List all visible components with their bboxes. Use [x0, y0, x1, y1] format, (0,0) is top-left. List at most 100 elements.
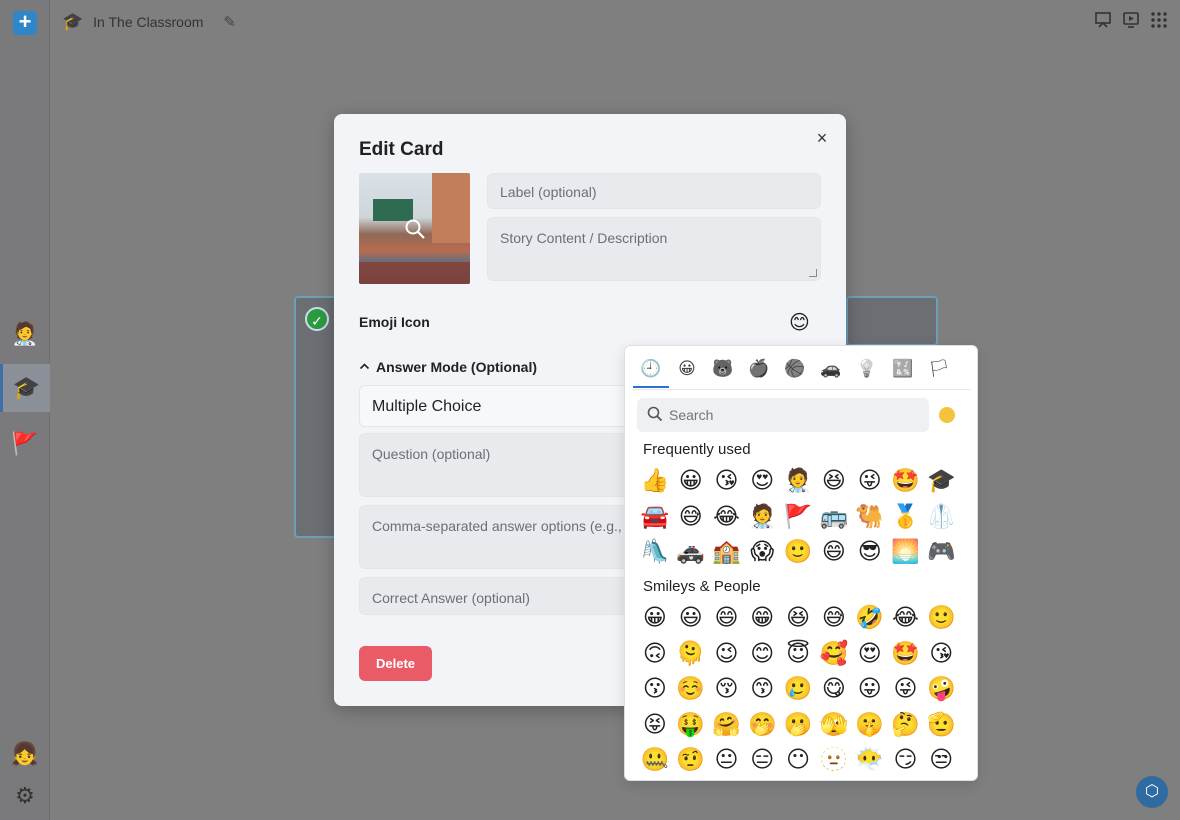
emoji-option[interactable]: 😍: [852, 637, 888, 673]
delete-button[interactable]: Delete: [359, 646, 432, 681]
emoji-option[interactable]: 😄: [816, 535, 852, 571]
emoji-option[interactable]: 🤨: [673, 743, 709, 779]
emoji-option[interactable]: 🫥: [816, 743, 852, 779]
emoji-option[interactable]: 😗: [637, 672, 673, 708]
emoji-option[interactable]: 😆: [816, 464, 852, 500]
search-image-icon[interactable]: [404, 218, 426, 240]
sidebar-item-doctor[interactable]: 🧑‍⚕️: [0, 310, 50, 358]
emoji-option[interactable]: 🎮: [923, 535, 959, 571]
emoji-option[interactable]: 🥼: [923, 500, 959, 536]
emoji-option[interactable]: 😊: [744, 637, 780, 673]
emoji-option[interactable]: 😐: [709, 743, 745, 779]
emoji-option[interactable]: 😀: [673, 464, 709, 500]
close-icon[interactable]: ×: [812, 128, 832, 148]
emoji-icon-button[interactable]: 😊: [789, 310, 810, 335]
emoji-option[interactable]: 🧑‍⚕️: [780, 464, 816, 500]
emoji-option[interactable]: 🫠: [673, 637, 709, 673]
edit-title-pencil-icon[interactable]: ✎: [223, 13, 236, 31]
emoji-option[interactable]: 🤫: [852, 708, 888, 744]
emoji-option[interactable]: 😚: [709, 672, 745, 708]
emoji-option[interactable]: 😜: [888, 672, 924, 708]
emoji-option[interactable]: 😄: [709, 601, 745, 637]
emoji-option[interactable]: 😶‍🌫️: [852, 743, 888, 779]
story-textarea[interactable]: Story Content / Description: [487, 217, 821, 281]
label-input[interactable]: Label (optional): [487, 173, 821, 209]
emoji-option[interactable]: 🤣: [852, 601, 888, 637]
travel-car-icon[interactable]: 🚗: [813, 352, 849, 388]
emoji-option[interactable]: 😀: [637, 601, 673, 637]
avatar[interactable]: 👧: [0, 730, 50, 778]
emoji-option[interactable]: 😏: [888, 743, 924, 779]
emoji-option[interactable]: 😍: [744, 464, 780, 500]
emoji-option[interactable]: 🎓: [923, 464, 959, 500]
emoji-option[interactable]: 🫡: [923, 708, 959, 744]
emoji-option[interactable]: 🥲: [780, 672, 816, 708]
emoji-option[interactable]: ☺️: [673, 672, 709, 708]
recent-clock-icon[interactable]: 🕘: [633, 352, 669, 388]
food-icon[interactable]: 🍎: [741, 352, 777, 388]
emoji-option[interactable]: 😝: [637, 708, 673, 744]
emoji-option[interactable]: 🤩: [888, 637, 924, 673]
emoji-option[interactable]: 👍: [637, 464, 673, 500]
emoji-option[interactable]: 😋: [816, 672, 852, 708]
symbols-icon[interactable]: 🔣: [885, 352, 921, 388]
emoji-option[interactable]: 😉: [709, 637, 745, 673]
activity-ball-icon[interactable]: 🏀: [777, 352, 813, 388]
emoji-option[interactable]: 😅: [673, 500, 709, 536]
emoji-option[interactable]: 🐫: [852, 500, 888, 536]
emoji-option[interactable]: 😜: [852, 464, 888, 500]
animal-icon[interactable]: 🐻: [705, 352, 741, 388]
emoji-option[interactable]: 😛: [852, 672, 888, 708]
emoji-option[interactable]: 🧑‍⚕️: [744, 500, 780, 536]
emoji-option[interactable]: 🤗: [709, 708, 745, 744]
emoji-option[interactable]: 😘: [923, 637, 959, 673]
sidebar-item-classroom[interactable]: 🎓: [0, 364, 50, 412]
answer-mode-toggle[interactable]: Answer Mode (Optional): [359, 359, 537, 375]
emoji-option[interactable]: 🙃: [637, 637, 673, 673]
emoji-option[interactable]: 🚘: [637, 500, 673, 536]
smiley-icon[interactable]: 😀: [669, 352, 705, 388]
skin-tone-selector[interactable]: [939, 407, 955, 423]
emoji-option[interactable]: 🫢: [780, 708, 816, 744]
emoji-option[interactable]: 🚩: [780, 500, 816, 536]
emoji-option[interactable]: 😶: [780, 743, 816, 779]
resize-handle[interactable]: [809, 269, 817, 277]
emoji-option[interactable]: 😁: [744, 601, 780, 637]
flags-icon[interactable]: 🏳: [921, 352, 957, 388]
emoji-option[interactable]: 😒: [923, 743, 959, 779]
card-image[interactable]: [359, 173, 470, 284]
emoji-option[interactable]: 🤭: [744, 708, 780, 744]
answer-mode-select[interactable]: Multiple Choice: [359, 385, 659, 427]
emoji-option[interactable]: 😂: [888, 601, 924, 637]
background-card[interactable]: [846, 296, 938, 346]
emoji-option[interactable]: 🤐: [637, 743, 673, 779]
emoji-option[interactable]: 🥰: [816, 637, 852, 673]
presentation-icon[interactable]: [1094, 11, 1112, 34]
emoji-option[interactable]: 🫣: [816, 708, 852, 744]
emoji-option[interactable]: 🚌: [816, 500, 852, 536]
emoji-option[interactable]: 🤔: [888, 708, 924, 744]
settings-gear-icon[interactable]: ⚙: [12, 783, 38, 809]
question-input[interactable]: Question (optional): [359, 433, 659, 497]
emoji-search-bar[interactable]: [637, 398, 929, 432]
emoji-option[interactable]: 🥇: [888, 500, 924, 536]
emoji-option[interactable]: 🌅: [888, 535, 924, 571]
emoji-option[interactable]: 🤑: [673, 708, 709, 744]
emoji-option[interactable]: 🤩: [888, 464, 924, 500]
emoji-option[interactable]: 🚓: [673, 535, 709, 571]
emoji-option[interactable]: 😘: [709, 464, 745, 500]
emoji-option[interactable]: 🏫: [709, 535, 745, 571]
emoji-option[interactable]: 🙂: [923, 601, 959, 637]
emoji-search-input[interactable]: [669, 407, 909, 423]
emoji-option[interactable]: 🙂: [780, 535, 816, 571]
correct-answer-input[interactable]: Correct Answer (optional): [359, 577, 659, 615]
emoji-option[interactable]: 🛝: [637, 535, 673, 571]
emoji-option[interactable]: 😃: [673, 601, 709, 637]
objects-bulb-icon[interactable]: 💡: [849, 352, 885, 388]
emoji-option[interactable]: 😅: [816, 601, 852, 637]
cube-help-icon[interactable]: ⬡: [1136, 776, 1168, 808]
emoji-option[interactable]: 😂: [709, 500, 745, 536]
play-slideshow-icon[interactable]: [1122, 11, 1140, 34]
apps-grid-icon[interactable]: [1150, 11, 1168, 34]
answer-options-input[interactable]: Comma-separated answer options (e.g., Y: [359, 505, 659, 569]
